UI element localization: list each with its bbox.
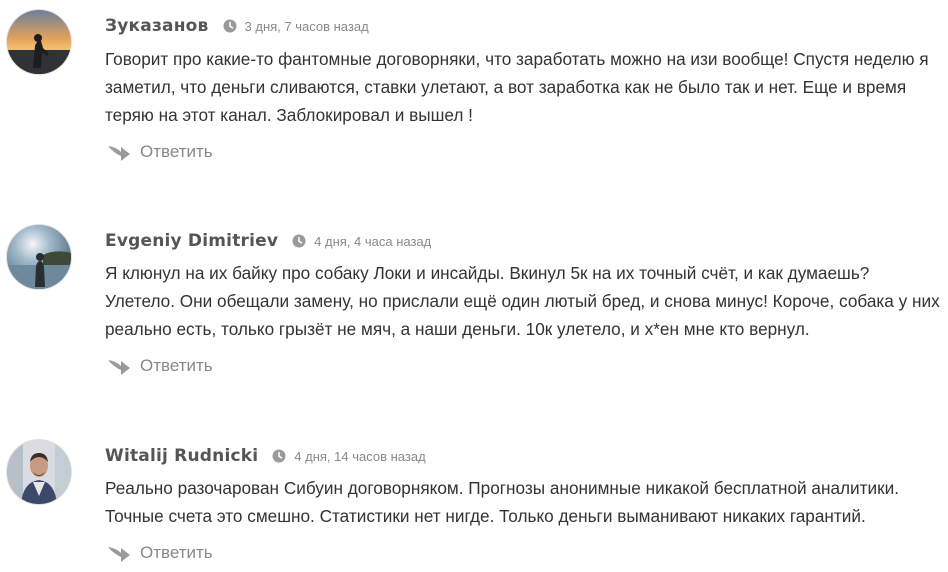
avatar[interactable] — [6, 439, 72, 505]
avatar-photo-sunset — [7, 10, 71, 74]
author-name[interactable]: Witalij Rudnicki — [105, 446, 258, 466]
avatar-photo-seaside — [7, 225, 71, 289]
author-name[interactable]: Зуказанов — [105, 16, 209, 36]
author-name[interactable]: Evgeniy Dimitriev — [105, 231, 278, 251]
comment-text: Реально разочарован Сибуин договорняком.… — [105, 478, 900, 526]
reply-arrow-icon — [107, 357, 131, 375]
reply-arrow-icon — [107, 143, 131, 161]
reply-label: Ответить — [140, 543, 213, 562]
comment-text: Говорит про какие-то фантомные договорня… — [105, 49, 929, 125]
reply-button[interactable]: Ответить — [107, 541, 213, 565]
avatar[interactable] — [6, 224, 72, 290]
reply-arrow-icon — [107, 544, 131, 562]
reply-button[interactable]: Ответить — [107, 140, 213, 164]
clock-icon — [292, 234, 306, 248]
clock-icon — [272, 449, 286, 463]
reply-label: Ответить — [140, 142, 213, 161]
comment-timestamp[interactable]: 4 дня, 4 часа назад — [314, 234, 431, 249]
comment-timestamp[interactable]: 3 дня, 7 часов назад — [245, 19, 369, 34]
reply-label: Ответить — [140, 356, 213, 375]
avatar-photo-portrait — [7, 440, 71, 504]
reply-button[interactable]: Ответить — [107, 354, 213, 378]
comment-text: Я клюнул на их байку про собаку Локи и и… — [105, 263, 940, 339]
avatar[interactable] — [6, 9, 72, 75]
clock-icon — [223, 19, 237, 33]
comment-timestamp[interactable]: 4 дня, 14 часов назад — [294, 449, 425, 464]
